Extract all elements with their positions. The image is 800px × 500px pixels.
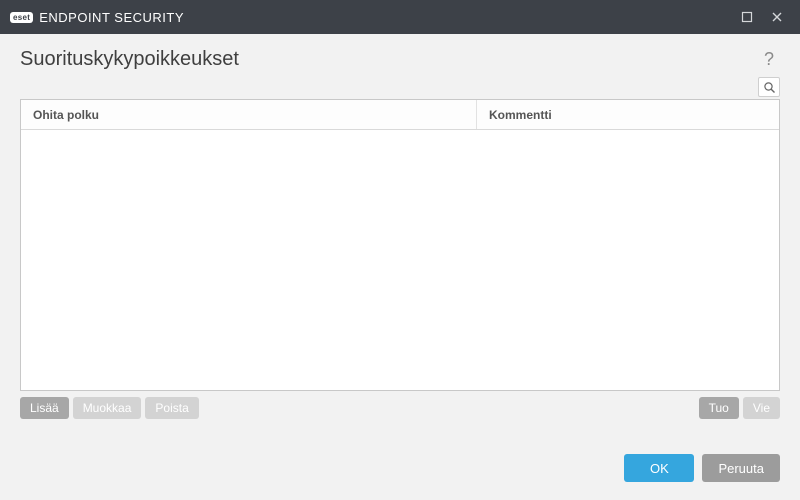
- search-button[interactable]: [758, 77, 780, 97]
- column-header-comment[interactable]: Kommentti: [477, 100, 779, 129]
- action-row: Lisää Muokkaa Poista Tuo Vie: [20, 397, 780, 419]
- add-button[interactable]: Lisää: [20, 397, 69, 419]
- table-header: Ohita polku Kommentti: [21, 100, 779, 130]
- ok-button[interactable]: OK: [624, 454, 694, 482]
- column-header-path[interactable]: Ohita polku: [21, 100, 477, 129]
- minimize-to-tray-button[interactable]: [732, 3, 762, 31]
- cancel-button[interactable]: Peruuta: [702, 454, 780, 482]
- titlebar: eset ENDPOINT SECURITY: [0, 0, 800, 34]
- edit-button: Muokkaa: [73, 397, 142, 419]
- import-button[interactable]: Tuo: [699, 397, 739, 419]
- header: Suorituskykypoikkeukset ?: [0, 34, 800, 77]
- export-button: Vie: [743, 397, 780, 419]
- close-button[interactable]: [762, 3, 792, 31]
- page-title: Suorituskykypoikkeukset: [20, 48, 239, 71]
- dialog-footer: OK Peruuta: [0, 440, 800, 500]
- exclusions-table: Ohita polku Kommentti: [20, 99, 780, 391]
- table-body[interactable]: [21, 130, 779, 390]
- app-name: ENDPOINT SECURITY: [39, 10, 184, 25]
- delete-button: Poista: [145, 397, 198, 419]
- help-icon[interactable]: ?: [758, 49, 780, 71]
- logo-badge: eset: [10, 12, 33, 23]
- app-logo: eset ENDPOINT SECURITY: [10, 10, 184, 25]
